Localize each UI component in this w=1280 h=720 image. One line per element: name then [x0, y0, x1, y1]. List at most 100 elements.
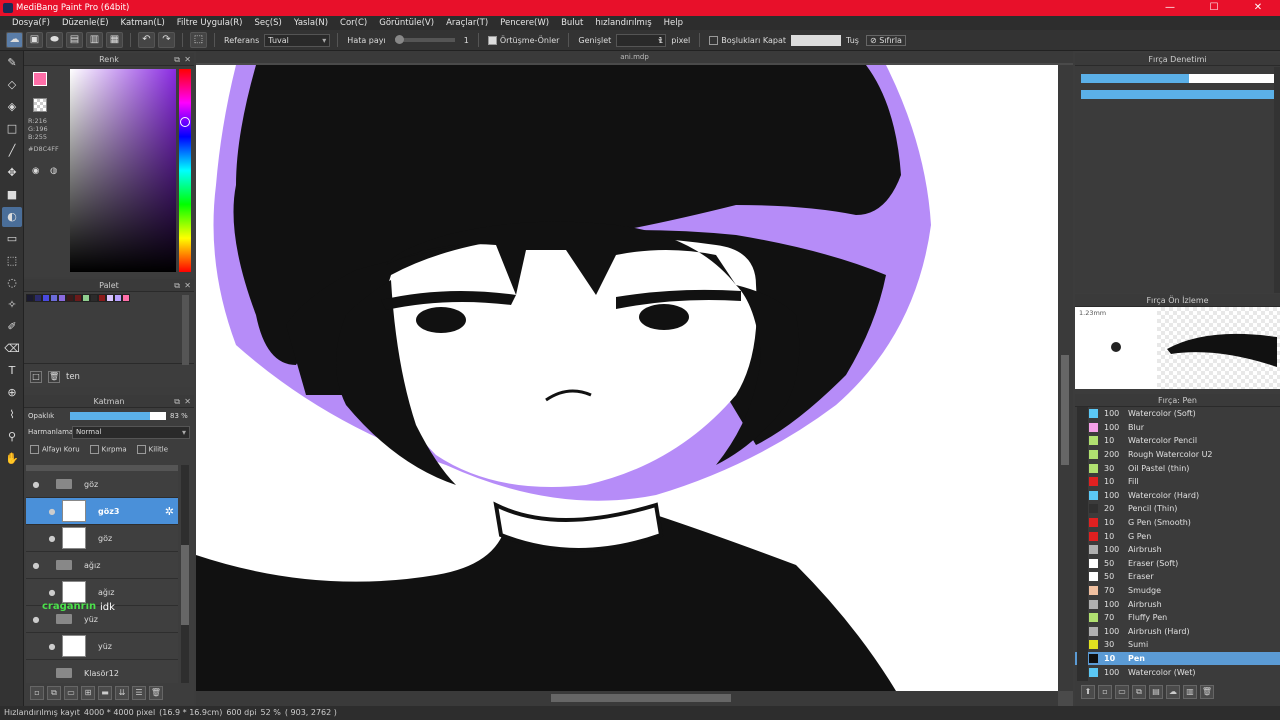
- merge-down-icon[interactable]: ⇊: [115, 686, 129, 700]
- menu-filter[interactable]: Filtre Uygula(R): [171, 18, 249, 28]
- visibility-icon[interactable]: ●: [26, 588, 62, 597]
- panel-undock-icon[interactable]: ⧉: [174, 53, 180, 66]
- layer-settings-icon[interactable]: ✲: [165, 505, 174, 518]
- rectangle-icon[interactable]: □: [2, 119, 22, 139]
- menu-file[interactable]: Dosya(F): [6, 18, 56, 28]
- close-gaps-checkbox[interactable]: [709, 35, 719, 45]
- brush-item[interactable]: 100 Airbrush: [1075, 597, 1280, 611]
- menu-window[interactable]: Pencere(W): [494, 18, 555, 28]
- brush-item[interactable]: 10 Pen: [1075, 651, 1280, 666]
- panel-undock-icon[interactable]: ⧉: [174, 395, 180, 408]
- brush-tool-icon[interactable]: ⬬: [46, 32, 63, 48]
- palette-swatch[interactable]: [90, 294, 98, 302]
- layer-add-icon[interactable]: ⊞: [81, 686, 95, 700]
- divide-icon[interactable]: ⌇: [2, 405, 22, 425]
- layer-goz[interactable]: ● göz: [26, 525, 178, 552]
- brush-item[interactable]: 30 Sumi: [1075, 638, 1280, 652]
- hand-icon[interactable]: ✋: [2, 449, 22, 469]
- delete-palette-icon[interactable]: 🗑: [48, 371, 60, 383]
- clipping-checkbox[interactable]: [89, 444, 99, 454]
- menu-tools[interactable]: Araçlar(T): [440, 18, 494, 28]
- brush-control-scrollbar[interactable]: [1274, 67, 1280, 293]
- brush-opacity-slider[interactable]: [1081, 90, 1274, 99]
- vertical-scrollbar[interactable]: [1058, 65, 1073, 691]
- panel-close-icon[interactable]: ✕: [184, 53, 191, 66]
- import-brush-icon[interactable]: ▤: [1149, 685, 1163, 699]
- layers-icon[interactable]: ▥: [86, 32, 103, 48]
- menu-layer[interactable]: Katman(L): [115, 18, 171, 28]
- lock-checkbox[interactable]: [136, 444, 146, 454]
- horizontal-scrollbar[interactable]: [196, 691, 1058, 706]
- brush-item[interactable]: 70 Smudge: [1075, 584, 1280, 598]
- palette-swatch[interactable]: [98, 294, 106, 302]
- visibility-icon[interactable]: ●: [26, 534, 62, 543]
- selection-icon[interactable]: ⬚: [190, 32, 207, 48]
- layer-goz3[interactable]: ● göz3 ✲: [26, 498, 178, 525]
- lasso-icon[interactable]: ◌: [2, 273, 22, 293]
- hue-slider[interactable]: [179, 69, 191, 272]
- move-icon[interactable]: ✥: [2, 163, 22, 183]
- blend-select[interactable]: Normal: [72, 425, 190, 439]
- brush-item[interactable]: 100 Watercolor (Wet): [1075, 665, 1280, 679]
- expand-input[interactable]: 1: [616, 33, 667, 47]
- brush-item[interactable]: 100 Airbrush: [1075, 543, 1280, 557]
- text-icon[interactable]: T: [2, 361, 22, 381]
- visibility-icon[interactable]: ●: [26, 615, 46, 624]
- new-folder-icon[interactable]: ▬: [98, 686, 112, 700]
- color-wheel-icon[interactable]: ◉: [32, 166, 39, 176]
- palette-swatch[interactable]: [50, 294, 58, 302]
- maximize-button[interactable]: ☐: [1192, 0, 1236, 16]
- alpha-lock-checkbox[interactable]: [30, 444, 39, 454]
- layer-folder-goz[interactable]: ● göz: [26, 471, 178, 498]
- new-layer-menu-icon[interactable]: ▭: [64, 686, 78, 700]
- brush-icon[interactable]: ✎: [2, 53, 22, 73]
- visibility-icon[interactable]: ●: [26, 480, 46, 489]
- brush-item[interactable]: 20 Pencil (Thin): [1075, 502, 1280, 516]
- eyedropper-icon[interactable]: ⚲: [2, 427, 22, 447]
- operation-icon[interactable]: ⊕: [2, 383, 22, 403]
- select-eraser-icon[interactable]: ⌫: [2, 339, 22, 359]
- visibility-icon[interactable]: ●: [26, 561, 46, 570]
- palette-swatch[interactable]: [42, 294, 50, 302]
- color-picker-icon[interactable]: ◍: [50, 166, 57, 176]
- opacity-slider[interactable]: [70, 412, 166, 420]
- line-icon[interactable]: ╱: [2, 141, 22, 161]
- redo-icon[interactable]: ↷: [158, 32, 175, 48]
- menu-accelerated[interactable]: hızlandırılmış: [589, 18, 657, 28]
- delete-layer-icon[interactable]: 🗑: [149, 686, 163, 700]
- hue-marker[interactable]: [180, 117, 190, 127]
- undo-icon[interactable]: ↶: [138, 32, 155, 48]
- layer-folder-agiz[interactable]: ● ağız: [26, 552, 178, 579]
- brush-item[interactable]: 10 Fill: [1075, 475, 1280, 489]
- layer-property-icon[interactable]: ☰: [132, 686, 146, 700]
- brush-size-slider[interactable]: [1081, 74, 1274, 83]
- panel-close-icon[interactable]: ✕: [184, 395, 191, 408]
- add-brush-icon[interactable]: ⬆: [1081, 685, 1095, 699]
- brush-item[interactable]: 30 Oil Pastel (thin): [1075, 461, 1280, 475]
- menu-select[interactable]: Seç(S): [248, 18, 287, 28]
- palette-swatch[interactable]: [82, 294, 90, 302]
- brush-item[interactable]: 100 Watercolor (Hard): [1075, 489, 1280, 503]
- brush-item[interactable]: 70 Fluffy Pen: [1075, 611, 1280, 625]
- palette-swatch[interactable]: [58, 294, 66, 302]
- eraser-icon[interactable]: ◇: [2, 75, 22, 95]
- anti-overlap-checkbox[interactable]: [487, 35, 497, 45]
- palette-swatch[interactable]: [106, 294, 114, 302]
- menu-snap[interactable]: Yasla(N): [288, 18, 334, 28]
- palette-swatch[interactable]: [26, 294, 34, 302]
- save-icon[interactable]: ▣: [26, 32, 43, 48]
- duplicate-layer-icon[interactable]: ⧉: [47, 686, 61, 700]
- palette-swatch[interactable]: [114, 294, 122, 302]
- brush-item[interactable]: 50 Eraser: [1075, 570, 1280, 584]
- layer-yuz[interactable]: ● yüz: [26, 633, 178, 660]
- menu-cloud[interactable]: Bulut: [555, 18, 589, 28]
- menu-view[interactable]: Görüntüle(V): [373, 18, 440, 28]
- brush-item[interactable]: 100 Blur: [1075, 421, 1280, 435]
- color-sv-square[interactable]: [70, 69, 176, 272]
- bucket-icon[interactable]: ◐: [2, 207, 22, 227]
- minimize-button[interactable]: —: [1148, 0, 1192, 16]
- dot-eraser-icon[interactable]: ◈: [2, 97, 22, 117]
- palette-scrollbar[interactable]: [182, 295, 189, 365]
- duplicate-brush-icon[interactable]: ⧉: [1132, 685, 1146, 699]
- visibility-icon[interactable]: ●: [26, 642, 62, 651]
